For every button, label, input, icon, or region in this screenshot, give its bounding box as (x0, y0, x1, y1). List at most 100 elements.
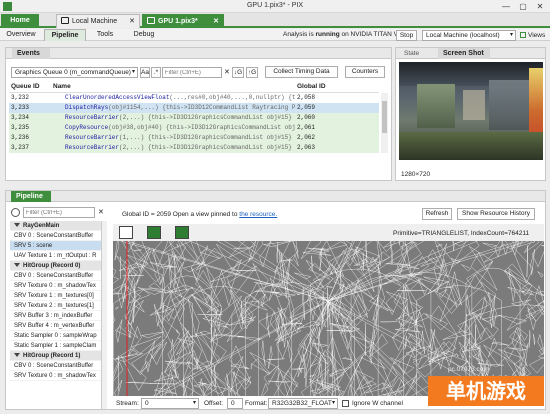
list-item[interactable]: Static Sampler 1 : sampleClam (10, 341, 101, 351)
screenshot-image (399, 62, 543, 160)
match-case-button[interactable]: Aa (140, 67, 150, 78)
list-item[interactable]: SRV 5 : scene (10, 241, 101, 251)
list-item[interactable]: SRV Texture 0 : m_shadowTex (10, 281, 101, 291)
events-scrollbar[interactable] (381, 93, 388, 153)
views-icon (520, 32, 526, 38)
table-row[interactable]: 3,233 DispatchRays(obj#1154,...) {this->I… (9, 103, 379, 113)
global-id-cell: 2,058 (297, 94, 316, 101)
format-label: Format: (245, 400, 268, 407)
list-item-label: UAV Texture 1 : m_rtOutput : R (14, 253, 97, 259)
gear-icon[interactable] (11, 208, 20, 217)
queue-select[interactable]: Graphics Queue 0 (m_commandQueue) ▾ (11, 67, 138, 78)
tab-debug[interactable]: Debug (126, 29, 162, 41)
clear-filter-icon[interactable]: ✕ (98, 208, 104, 217)
list-item[interactable]: SRV Texture 1 : m_textures[0] (10, 291, 101, 301)
list-item-label: SRV Texture 2 : m_textures[1] (14, 303, 94, 309)
minimize-button[interactable]: — (498, 0, 514, 13)
maximize-button[interactable]: ▢ (515, 0, 531, 13)
stop-button[interactable]: Stop (396, 30, 417, 41)
camera-icon (147, 17, 155, 24)
list-item[interactable]: UAV Texture 1 : m_rtOutput : R (10, 251, 101, 261)
list-item-label: Static Sampler 1 : sampleClam (14, 343, 97, 349)
list-item[interactable]: CBV 0 : SceneConstantBuffer (10, 361, 101, 371)
table-row[interactable]: 3,232 ClearUnorderedAccessViewFloat(...,r… (9, 93, 379, 103)
pipeline-filter-input[interactable] (23, 207, 95, 218)
prev-match-button[interactable]: ↑G (246, 67, 258, 78)
tab-local-machine[interactable]: Local Machine ✕ (56, 14, 140, 28)
collect-timing-button[interactable]: Collect Timing Data (265, 66, 338, 78)
wireframe-icon[interactable] (147, 226, 161, 239)
machine-value: Local Machine (localhost) (426, 32, 500, 39)
format-select[interactable]: R32G32B32_FLOAT ▾ (268, 398, 338, 409)
list-group-header[interactable]: RayGenMain (10, 221, 101, 231)
table-row[interactable]: 3,235 CopyResource(obj#38,obj#40) {this->… (9, 123, 379, 133)
list-group-header[interactable]: HitGroup (Record 0) (10, 261, 101, 271)
events-table: 3,232 ClearUnorderedAccessViewFloat(...,r… (9, 93, 379, 153)
offset-input[interactable]: 0 (227, 398, 243, 409)
screenshot-header: State Screen Shot (396, 48, 545, 59)
tab-pipeline[interactable]: Pipeline (44, 29, 86, 41)
api-call-name: ResourceBarrier (65, 144, 120, 151)
list-item[interactable]: SRV Texture 2 : m_textures[1] (10, 301, 101, 311)
api-call-args: (obj#38,obj#40) {this->ID3D12GraphicsCom… (108, 124, 295, 131)
list-item[interactable]: CBV 0 : SceneConstantBuffer (10, 271, 101, 281)
tab-tools[interactable]: Tools (88, 29, 122, 41)
counters-button[interactable]: Counters (345, 66, 385, 78)
list-group-header[interactable]: HitGroup (Record 1) (10, 351, 101, 361)
resource-link[interactable]: the resource. (239, 211, 277, 218)
views-button[interactable]: Views (520, 30, 550, 41)
refresh-button[interactable]: Refresh (422, 208, 452, 220)
clear-filter-icon[interactable]: ✕ (224, 67, 232, 78)
scroll-thumb[interactable] (382, 101, 387, 133)
machine-select[interactable]: Local Machine (localhost) ▾ (422, 30, 516, 41)
tab-label: Local Machine (72, 18, 118, 25)
next-match-button[interactable]: ↓G (232, 67, 244, 78)
list-item[interactable]: Static Sampler 0 : sampleWrap (10, 331, 101, 341)
list-item-label: SRV Buffer 3 : m_indexBuffer (14, 313, 93, 319)
close-window-button[interactable]: ✕ (532, 0, 548, 13)
expand-icon (14, 263, 20, 267)
name-cell: ResourceBarrier(1,...) {this->ID3D12Grap… (53, 133, 295, 143)
list-item[interactable]: SRV Texture 0 : m_shadowTex (10, 371, 101, 381)
close-tab-icon[interactable]: ✕ (129, 15, 135, 29)
screenshot-arch (489, 80, 533, 130)
solid-icon[interactable] (175, 226, 189, 239)
global-id-cell: 2,059 (295, 103, 379, 113)
views-label: Views (528, 32, 546, 39)
api-call-name: ResourceBarrier (65, 114, 120, 121)
events-filter-input[interactable] (162, 67, 222, 78)
close-tab-icon[interactable]: ✕ (213, 15, 219, 29)
pipeline-resource-list[interactable]: RayGenMain CBV 0 : SceneConstantBuffer SRV… (10, 221, 102, 409)
fit-view-icon[interactable] (119, 226, 133, 239)
tab-gpu-capture[interactable]: GPU 1.pix3* ✕ (142, 14, 224, 28)
table-row[interactable]: 3,237 ResourceBarrier(2,...) {this->ID3D1… (9, 143, 379, 153)
home-tab[interactable]: Home (1, 14, 39, 28)
list-item[interactable]: SRV Buffer 4 : m_vertexBuffer (10, 321, 101, 331)
title-bar: GPU 1.pix3* - PIX — ▢ ✕ (0, 0, 550, 13)
events-table-header: Queue ID Name Global ID (9, 83, 379, 93)
table-row[interactable]: 3,234 ResourceBarrier(2,...) {this->ID3D1… (9, 113, 379, 123)
global-id-cell: 2,063 (295, 143, 379, 153)
list-scrollbar[interactable] (102, 221, 107, 409)
show-resource-history-button[interactable]: Show Resource History (457, 208, 535, 220)
chevron-down-icon: ▾ (509, 32, 513, 38)
tab-screen-shot[interactable]: Screen Shot (438, 48, 490, 59)
list-item[interactable]: SRV Buffer 3 : m_indexBuffer (10, 311, 101, 321)
table-row[interactable]: 3,236 ResourceBarrier(1,...) {this->ID3D1… (9, 133, 379, 143)
queue-id-cell: 3,237 (9, 143, 53, 153)
ignore-w-checkbox[interactable] (342, 400, 349, 407)
screenshot-floor (399, 132, 543, 160)
regex-button[interactable]: .* (151, 67, 161, 78)
screenshot-panel: State Screen Shot 1280×720 (395, 47, 546, 181)
tab-overview[interactable]: Overview (2, 29, 40, 41)
next-label: G (237, 69, 243, 76)
list-item[interactable]: CBV 0 : SceneConstantBuffer (10, 231, 101, 241)
events-title: Events (12, 48, 50, 59)
api-call-name: CopyResource (65, 124, 109, 131)
stream-select[interactable]: 0 ▾ (141, 398, 199, 409)
stream-value: 0 (145, 400, 149, 407)
col-global-id: Global ID (297, 83, 326, 90)
watermark-logo: 单机游戏 (428, 376, 544, 406)
tab-state[interactable]: State (404, 48, 419, 59)
list-item-label: HitGroup (Record 0) (23, 263, 81, 269)
